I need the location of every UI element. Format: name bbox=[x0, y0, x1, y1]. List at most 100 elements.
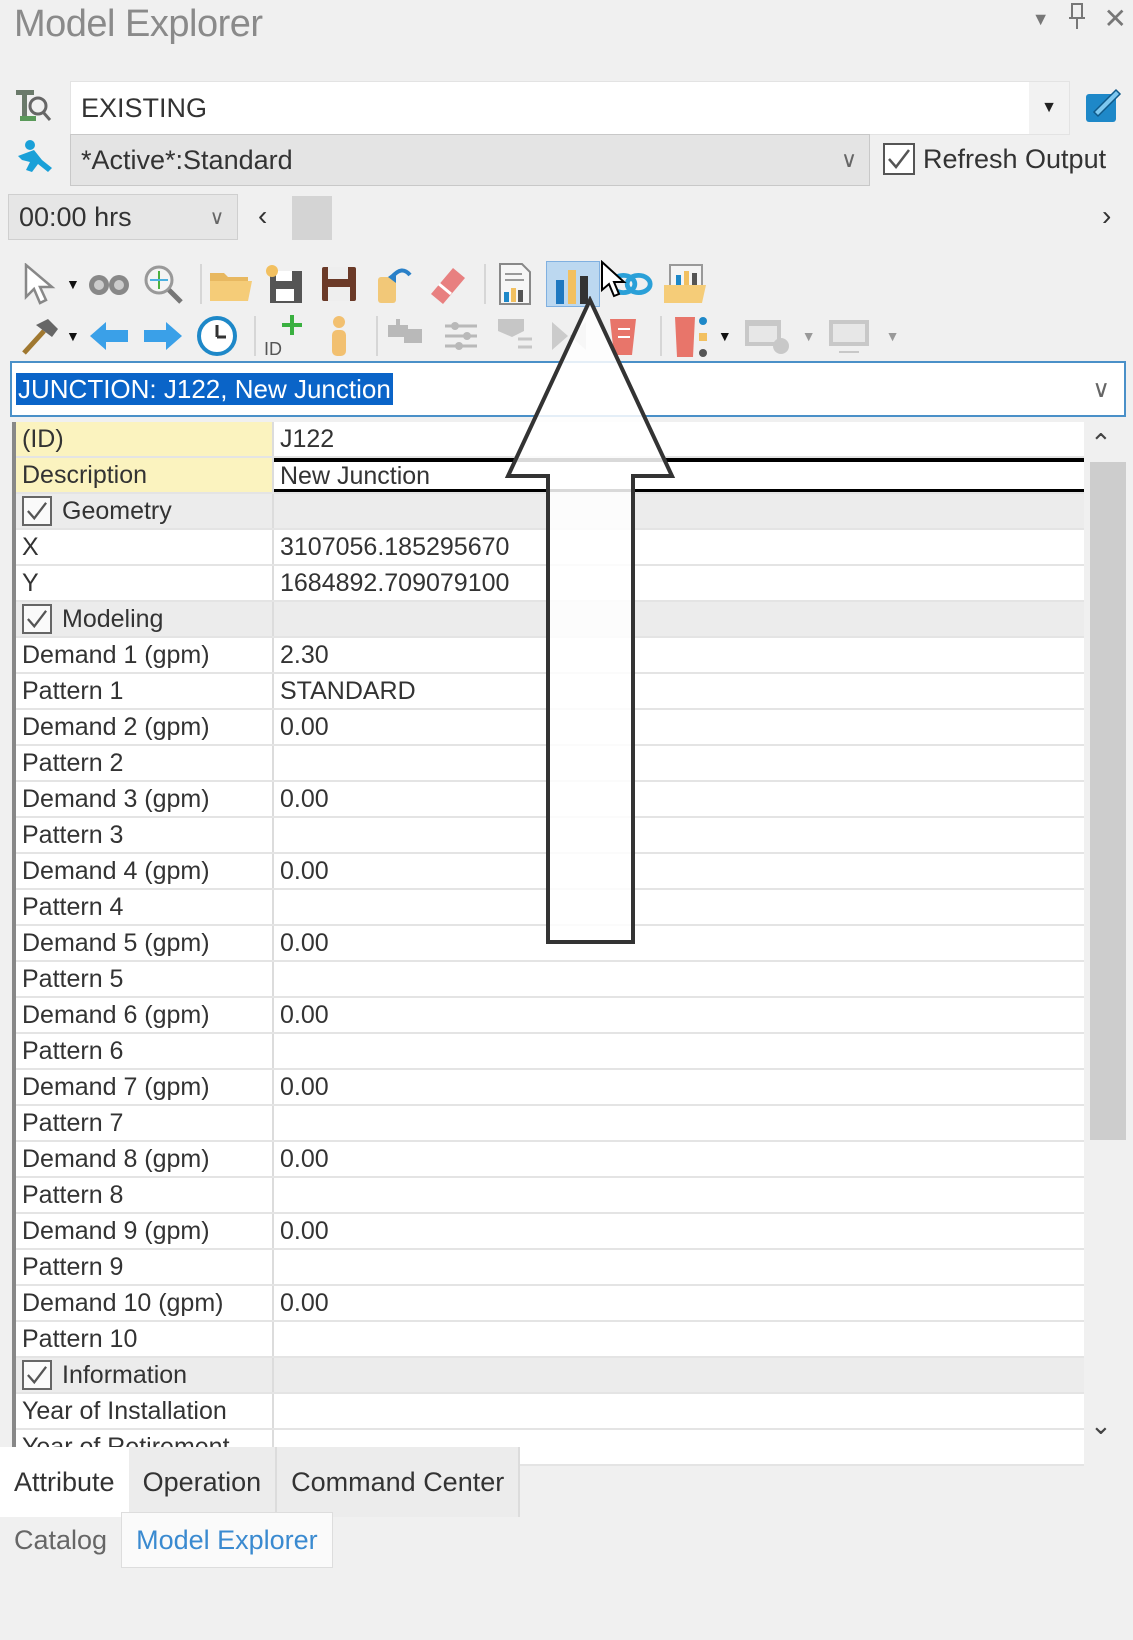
category-header[interactable]: Modeling bbox=[16, 602, 274, 636]
dropdown-arrow-icon[interactable]: ▼ bbox=[886, 328, 900, 344]
tab-operation[interactable]: Operation bbox=[128, 1447, 278, 1517]
property-row[interactable]: X 3107056.185295670 bbox=[16, 530, 1084, 566]
property-value[interactable] bbox=[274, 1106, 1084, 1140]
category-information[interactable]: Information bbox=[16, 1358, 1084, 1394]
property-row[interactable]: Pattern 1 STANDARD bbox=[16, 674, 1084, 710]
property-value[interactable]: 0.00 bbox=[274, 1286, 1084, 1320]
category-geometry[interactable]: Geometry bbox=[16, 494, 1084, 530]
category-header[interactable]: Information bbox=[16, 1358, 274, 1392]
tank-icon[interactable] bbox=[600, 313, 646, 359]
dropdown-arrow-icon[interactable]: ▼ bbox=[66, 276, 80, 292]
property-value[interactable]: 2.30 bbox=[274, 638, 1084, 672]
back-arrow-icon[interactable] bbox=[86, 313, 132, 359]
property-row[interactable]: Pattern 10 bbox=[16, 1322, 1084, 1358]
property-row[interactable]: Demand 3 (gpm) 0.00 bbox=[16, 782, 1084, 818]
undo-icon[interactable] bbox=[370, 261, 416, 307]
tab-attribute[interactable]: Attribute bbox=[0, 1447, 129, 1517]
refresh-output-checkbox[interactable]: Refresh Output bbox=[883, 143, 1106, 175]
hammer-icon[interactable] bbox=[16, 313, 62, 359]
property-row[interactable]: Demand 10 (gpm) 0.00 bbox=[16, 1286, 1084, 1322]
property-row[interactable]: Demand 8 (gpm) 0.00 bbox=[16, 1142, 1084, 1178]
graph-icon[interactable] bbox=[545, 261, 600, 307]
scrollbar-thumb[interactable] bbox=[1090, 462, 1126, 1140]
report-icon[interactable] bbox=[492, 261, 538, 307]
link-icon[interactable] bbox=[608, 261, 654, 307]
history-icon[interactable] bbox=[194, 313, 240, 359]
chevron-down-icon[interactable]: ∨ bbox=[197, 195, 237, 239]
chevron-down-icon[interactable]: ∨ bbox=[829, 135, 869, 185]
property-value[interactable]: 0.00 bbox=[274, 1070, 1084, 1104]
property-value[interactable] bbox=[274, 1250, 1084, 1284]
scenario-query-icon[interactable] bbox=[12, 86, 56, 131]
property-row[interactable]: Pattern 2 bbox=[16, 746, 1084, 782]
property-row[interactable]: Demand 9 (gpm) 0.00 bbox=[16, 1214, 1084, 1250]
element-selector-dropdown[interactable]: JUNCTION: J122, New Junction ∨ bbox=[10, 361, 1126, 417]
property-row[interactable]: Year of Installation bbox=[16, 1394, 1084, 1430]
property-value[interactable] bbox=[274, 746, 1084, 780]
property-value[interactable]: 0.00 bbox=[274, 998, 1084, 1032]
property-row[interactable]: Pattern 7 bbox=[16, 1106, 1084, 1142]
property-value[interactable] bbox=[274, 962, 1084, 996]
scenario-dropdown[interactable]: EXISTING ▼ bbox=[70, 81, 1070, 135]
property-row[interactable]: Pattern 4 bbox=[16, 890, 1084, 926]
property-value[interactable]: STANDARD bbox=[274, 674, 1084, 708]
property-row[interactable]: Demand 7 (gpm) 0.00 bbox=[16, 1070, 1084, 1106]
property-row[interactable]: Pattern 3 bbox=[16, 818, 1084, 854]
property-value[interactable] bbox=[274, 1034, 1084, 1068]
dropdown-arrow-icon[interactable]: ▼ bbox=[66, 328, 80, 344]
property-value[interactable]: 0.00 bbox=[274, 854, 1084, 888]
property-value[interactable]: New Junction bbox=[274, 458, 1084, 492]
save-as-icon[interactable] bbox=[262, 261, 308, 307]
property-value[interactable]: 1684892.709079100 bbox=[274, 566, 1084, 600]
time-slider-thumb[interactable] bbox=[292, 196, 332, 240]
property-row[interactable]: Pattern 6 bbox=[16, 1034, 1084, 1070]
property-value[interactable]: 3107056.185295670 bbox=[274, 530, 1084, 564]
property-row[interactable]: (ID) J122 bbox=[16, 422, 1084, 458]
property-value[interactable]: J122 bbox=[274, 422, 1084, 456]
open-folder-icon[interactable] bbox=[208, 261, 254, 307]
property-value[interactable]: 0.00 bbox=[274, 1214, 1084, 1248]
folder-chart-icon[interactable] bbox=[662, 261, 708, 307]
scroll-down-icon[interactable]: ⌄ bbox=[1090, 1410, 1112, 1441]
pin-icon[interactable] bbox=[1068, 2, 1086, 36]
checkbox[interactable] bbox=[883, 143, 915, 175]
property-row[interactable]: Pattern 8 bbox=[16, 1178, 1084, 1214]
forward-arrow-icon[interactable] bbox=[140, 313, 186, 359]
category-checkbox[interactable] bbox=[22, 496, 52, 526]
chevron-down-icon[interactable]: ∨ bbox=[1092, 375, 1110, 404]
add-id-icon[interactable]: ID bbox=[262, 313, 308, 359]
category-checkbox[interactable] bbox=[22, 604, 52, 634]
property-row[interactable]: Y 1684892.709079100 bbox=[16, 566, 1084, 602]
chevron-down-icon[interactable]: ▼ bbox=[1029, 82, 1069, 134]
run-icon[interactable] bbox=[12, 138, 56, 183]
time-slider[interactable] bbox=[244, 194, 1124, 240]
tab-catalog[interactable]: Catalog bbox=[0, 1512, 121, 1568]
category-modeling[interactable]: Modeling bbox=[16, 602, 1084, 638]
property-row[interactable]: Demand 1 (gpm) 2.30 bbox=[16, 638, 1084, 674]
eraser-icon[interactable] bbox=[424, 261, 470, 307]
alternative-dropdown[interactable]: *Active*:Standard ∨ bbox=[70, 134, 870, 186]
close-icon[interactable]: ✕ bbox=[1104, 4, 1127, 34]
element-selector-value[interactable]: JUNCTION: J122, New Junction bbox=[16, 373, 393, 405]
category-checkbox[interactable] bbox=[22, 1360, 52, 1390]
property-row[interactable]: Demand 6 (gpm) 0.00 bbox=[16, 998, 1084, 1034]
property-value[interactable] bbox=[274, 1394, 1084, 1428]
property-row[interactable]: Pattern 5 bbox=[16, 962, 1084, 998]
dropdown-icon[interactable]: ▼ bbox=[1032, 4, 1050, 34]
property-row[interactable]: Demand 5 (gpm) 0.00 bbox=[16, 926, 1084, 962]
property-value[interactable]: 0.00 bbox=[274, 710, 1084, 744]
tank-level-icon[interactable] bbox=[668, 313, 714, 359]
tab-model-explorer[interactable]: Model Explorer bbox=[121, 1512, 333, 1568]
property-value[interactable]: 0.00 bbox=[274, 926, 1084, 960]
binoculars-icon[interactable] bbox=[86, 261, 132, 307]
property-row[interactable]: Pattern 9 bbox=[16, 1250, 1084, 1286]
property-row[interactable]: Description New Junction bbox=[16, 458, 1084, 494]
property-row[interactable]: Demand 4 (gpm) 0.00 bbox=[16, 854, 1084, 890]
chevron-right-icon[interactable]: › bbox=[1102, 200, 1111, 232]
chevron-left-icon[interactable]: ‹ bbox=[258, 200, 267, 232]
property-row[interactable]: Demand 2 (gpm) 0.00 bbox=[16, 710, 1084, 746]
property-value[interactable]: 0.00 bbox=[274, 782, 1084, 816]
scenario-manager-icon[interactable] bbox=[1082, 86, 1124, 131]
zoom-to-icon[interactable] bbox=[140, 261, 186, 307]
property-value[interactable]: 0.00 bbox=[274, 1142, 1084, 1176]
